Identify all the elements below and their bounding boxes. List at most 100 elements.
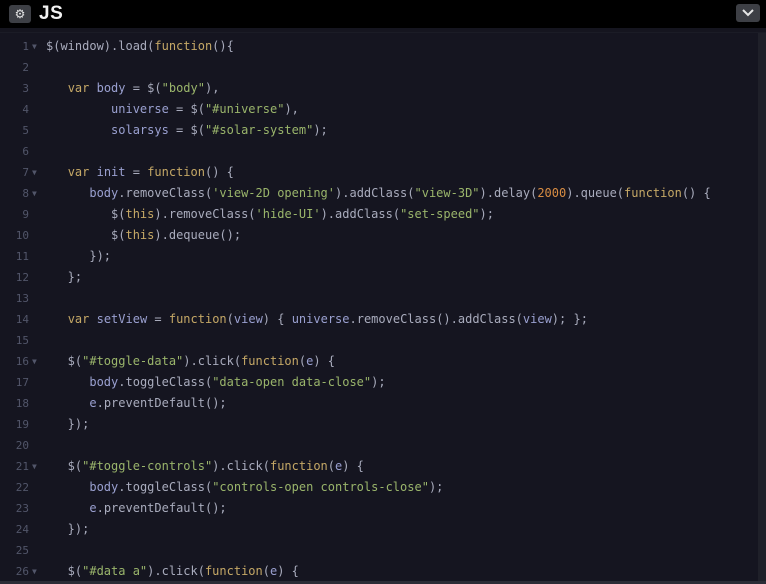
fold-arrow-icon[interactable]: ▼ bbox=[32, 351, 37, 372]
line-number: 26 bbox=[15, 565, 29, 578]
code-text: body.removeClass('view-2D opening').addC… bbox=[46, 183, 711, 204]
code-text: }); bbox=[46, 246, 111, 267]
code-token: solarsys bbox=[111, 123, 169, 137]
code-line[interactable]: 21 ▼ $("#toggle-controls").click(function… bbox=[0, 456, 766, 477]
code-line[interactable]: 17 body.toggleClass("data-open data-clos… bbox=[0, 372, 766, 393]
code-line[interactable]: 4 universe = $("#universe"), bbox=[0, 99, 766, 120]
code-token: ( bbox=[262, 564, 270, 578]
code-token: 2000 bbox=[537, 186, 567, 200]
code-line[interactable]: 13 bbox=[0, 288, 766, 309]
fold-arrow-icon[interactable]: ▼ bbox=[32, 456, 37, 477]
code-token: universe bbox=[291, 312, 350, 326]
fold-arrow-icon[interactable]: ▼ bbox=[32, 36, 37, 57]
code-token: ).addClass( bbox=[335, 186, 415, 200]
code-line[interactable]: 7 ▼ var init = function() { bbox=[0, 162, 766, 183]
code-line[interactable]: 19 }); bbox=[0, 414, 766, 435]
panel-header: ⚙ JS bbox=[0, 0, 766, 28]
code-line[interactable]: 24 }); bbox=[0, 519, 766, 540]
code-token: = $( bbox=[168, 102, 205, 116]
line-number: 6 bbox=[22, 145, 29, 158]
code-line[interactable]: 16 ▼ $("#toggle-data").click(function(e) … bbox=[0, 351, 766, 372]
code-token: $( bbox=[46, 459, 83, 473]
code-line[interactable]: 11 }); bbox=[0, 246, 766, 267]
line-number: 24 bbox=[15, 523, 29, 536]
code-token: ).click( bbox=[147, 564, 205, 578]
code-editor[interactable]: 1 ▼ $(window).load(function(){2 3 var body … bbox=[0, 32, 766, 584]
code-line[interactable]: 12 }; bbox=[0, 267, 766, 288]
code-token: "#solar-system" bbox=[204, 123, 314, 137]
code-line[interactable]: 8 ▼ body.removeClass('view-2D opening').a… bbox=[0, 183, 766, 204]
code-token: function bbox=[147, 165, 205, 179]
line-number: 20 bbox=[15, 439, 29, 452]
fold-arrow-icon[interactable]: ▼ bbox=[32, 183, 37, 204]
code-text: var setView = function(view) { universe.… bbox=[46, 309, 588, 330]
code-line[interactable]: 15 bbox=[0, 330, 766, 351]
line-number: 12 bbox=[15, 271, 29, 284]
code-token: () { bbox=[204, 165, 234, 179]
code-token: ( bbox=[226, 312, 234, 326]
chevron-down-icon bbox=[742, 9, 754, 17]
code-token: ); bbox=[313, 123, 328, 137]
line-number: 7 bbox=[22, 166, 29, 179]
code-token: init bbox=[89, 165, 126, 179]
code-token: "#toggle-data" bbox=[82, 354, 184, 368]
code-line[interactable]: 25 bbox=[0, 540, 766, 561]
code-token: "#data a" bbox=[82, 564, 148, 578]
code-token: ), bbox=[204, 81, 220, 95]
line-number: 21 bbox=[15, 460, 29, 473]
code-token: body bbox=[89, 81, 126, 95]
code-token: var bbox=[67, 312, 90, 326]
fold-arrow-icon[interactable]: ▼ bbox=[32, 162, 37, 183]
code-line[interactable]: 14 var setView = function(view) { univer… bbox=[0, 309, 766, 330]
code-token: function bbox=[204, 564, 263, 578]
code-text: body.toggleClass("controls-open controls… bbox=[46, 477, 443, 498]
code-token: }); bbox=[46, 417, 90, 431]
line-number: 9 bbox=[22, 208, 29, 221]
code-line[interactable]: 26 ▼ $("#data a").click(function(e) { bbox=[0, 561, 766, 582]
line-number: 15 bbox=[15, 334, 29, 347]
code-line[interactable]: 2 bbox=[0, 57, 766, 78]
code-token: function bbox=[241, 354, 299, 368]
code-line[interactable]: 9 $(this).removeClass('hide-UI').addClas… bbox=[0, 204, 766, 225]
code-token: ) { bbox=[277, 564, 299, 578]
line-number: 17 bbox=[15, 376, 29, 389]
code-token: ), bbox=[284, 102, 299, 116]
code-line[interactable]: 10 $(this).dequeue(); bbox=[0, 225, 766, 246]
code-line[interactable]: 20 bbox=[0, 435, 766, 456]
fold-arrow-icon[interactable]: ▼ bbox=[32, 561, 37, 582]
code-token: body bbox=[89, 375, 119, 389]
code-token: ); bbox=[428, 480, 444, 494]
code-line[interactable]: 5 solarsys = $("#solar-system"); bbox=[0, 120, 766, 141]
code-token: () { bbox=[681, 186, 711, 200]
code-token: e bbox=[89, 501, 97, 515]
code-text: var init = function() { bbox=[46, 162, 234, 183]
collapse-button[interactable] bbox=[736, 4, 760, 22]
settings-button[interactable]: ⚙ bbox=[9, 5, 31, 23]
line-number: 1 bbox=[22, 40, 29, 53]
code-token: var bbox=[67, 81, 90, 95]
code-token: function bbox=[154, 39, 213, 53]
code-text: universe = $("#universe"), bbox=[46, 99, 299, 120]
code-token: .toggleClass( bbox=[118, 480, 213, 494]
code-token: universe bbox=[111, 102, 169, 116]
code-line[interactable]: 6 bbox=[0, 141, 766, 162]
code-line[interactable]: 1 ▼ $(window).load(function(){ bbox=[0, 36, 766, 57]
code-token: $(window).load( bbox=[46, 39, 155, 53]
code-token: ).removeClass( bbox=[154, 207, 256, 221]
code-token: ); bbox=[371, 375, 386, 389]
code-token: ) { bbox=[342, 459, 364, 473]
code-token: ).dequeue(); bbox=[154, 228, 242, 242]
code-line[interactable]: 23 e.preventDefault(); bbox=[0, 498, 766, 519]
code-line[interactable]: 18 e.preventDefault(); bbox=[0, 393, 766, 414]
code-token: "#universe" bbox=[204, 102, 285, 116]
line-number: 23 bbox=[15, 502, 29, 515]
code-token: "view-3D" bbox=[414, 186, 480, 200]
code-line[interactable]: 22 body.toggleClass("controls-open contr… bbox=[0, 477, 766, 498]
code-text: $("#toggle-data").click(function(e) { bbox=[46, 351, 335, 372]
code-line[interactable]: 3 var body = $("body"), bbox=[0, 78, 766, 99]
code-token: }; bbox=[46, 270, 83, 284]
